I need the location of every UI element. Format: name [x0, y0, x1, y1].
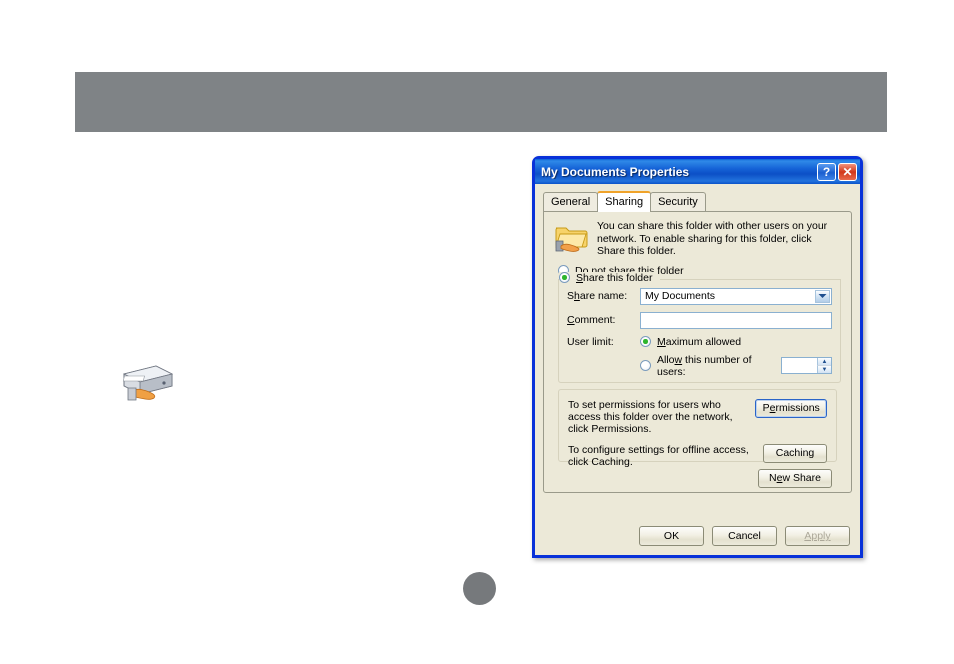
ok-button[interactable]: OK [639, 526, 704, 546]
help-glyph: ? [822, 164, 831, 179]
tab-strip: General Sharing Security [543, 190, 860, 212]
dialog-titlebar[interactable]: My Documents Properties ? ✕ [535, 159, 860, 184]
radio-allow-number-label: Allow this number of users: [657, 353, 752, 378]
user-limit-maximum-row: User limit: Maximum allowed [567, 336, 832, 348]
caching-button[interactable]: Caching [763, 443, 827, 463]
radio-maximum-allowed[interactable]: Maximum allowed [640, 336, 741, 348]
permissions-row: To set permissions for users who access … [568, 398, 827, 435]
page-number-bullet [463, 572, 496, 605]
comment-input[interactable] [640, 311, 832, 329]
chevron-down-icon[interactable] [815, 289, 830, 303]
radio-share-this-folder-indicator [559, 272, 570, 283]
properties-dialog: My Documents Properties ? ✕ General Shar… [532, 156, 863, 558]
permissions-caching-group: To set permissions for users who access … [558, 388, 837, 468]
sharing-tab-panel: You can share this folder with other use… [543, 211, 852, 493]
tab-general[interactable]: General [543, 192, 599, 211]
user-limit-label: User limit: [567, 335, 614, 348]
share-this-folder-group: Share this folder Share name: My Documen… [558, 271, 841, 383]
close-icon[interactable]: ✕ [838, 162, 857, 181]
tab-security[interactable]: Security [650, 192, 706, 211]
new-share-row: New Share [554, 468, 832, 488]
tab-sharing[interactable]: Sharing [597, 191, 652, 212]
shared-drive-icon [118, 362, 176, 407]
sharing-info-row: You can share this folder with other use… [554, 220, 841, 258]
share-name-row: Share name: My Documents [567, 287, 832, 305]
spinner-up-icon[interactable]: ▲ [817, 358, 831, 366]
share-name-value: My Documents [645, 290, 716, 302]
new-share-button[interactable]: New Share [758, 468, 832, 488]
caching-description: To configure settings for offline access… [568, 443, 749, 468]
user-limit-block: User limit: Maximum allowed Allow this n… [567, 336, 832, 378]
share-name-combobox[interactable]: My Documents [640, 287, 832, 305]
shared-folder-icon [554, 222, 588, 252]
sharing-info-text: You can share this folder with other use… [597, 220, 828, 257]
radio-allow-number-indicator [640, 360, 651, 371]
comment-row: Comment: [567, 311, 832, 329]
dialog-button-row: OK Cancel Apply [639, 526, 850, 546]
cancel-button[interactable]: Cancel [712, 526, 777, 546]
radio-maximum-allowed-indicator [640, 336, 651, 347]
help-icon[interactable]: ? [817, 162, 836, 181]
dialog-title: My Documents Properties [541, 164, 690, 179]
apply-button: Apply [785, 526, 850, 546]
spinner-down-icon[interactable]: ▼ [817, 366, 831, 373]
page-header-bar [75, 72, 887, 132]
comment-label: Comment: [567, 314, 616, 326]
radio-maximum-allowed-label: Maximum allowed [657, 335, 742, 348]
spinner-buttons[interactable]: ▲ ▼ [817, 358, 831, 373]
close-glyph: ✕ [842, 164, 853, 179]
radio-allow-number-of-users[interactable]: Allow this number of users: [640, 354, 774, 378]
radio-share-this-folder-label: Share this folder [576, 271, 653, 284]
caching-row: To configure settings for offline access… [568, 443, 827, 468]
user-limit-allow-row: Allow this number of users: ▲ ▼ [567, 354, 832, 378]
permissions-description: To set permissions for users who access … [568, 398, 733, 435]
user-count-spinner[interactable]: ▲ ▼ [780, 357, 832, 374]
permissions-button[interactable]: Pe rmissions [755, 398, 827, 418]
radio-share-this-folder[interactable]: Share this folder [559, 271, 658, 284]
share-name-label: Share name: [567, 290, 628, 302]
